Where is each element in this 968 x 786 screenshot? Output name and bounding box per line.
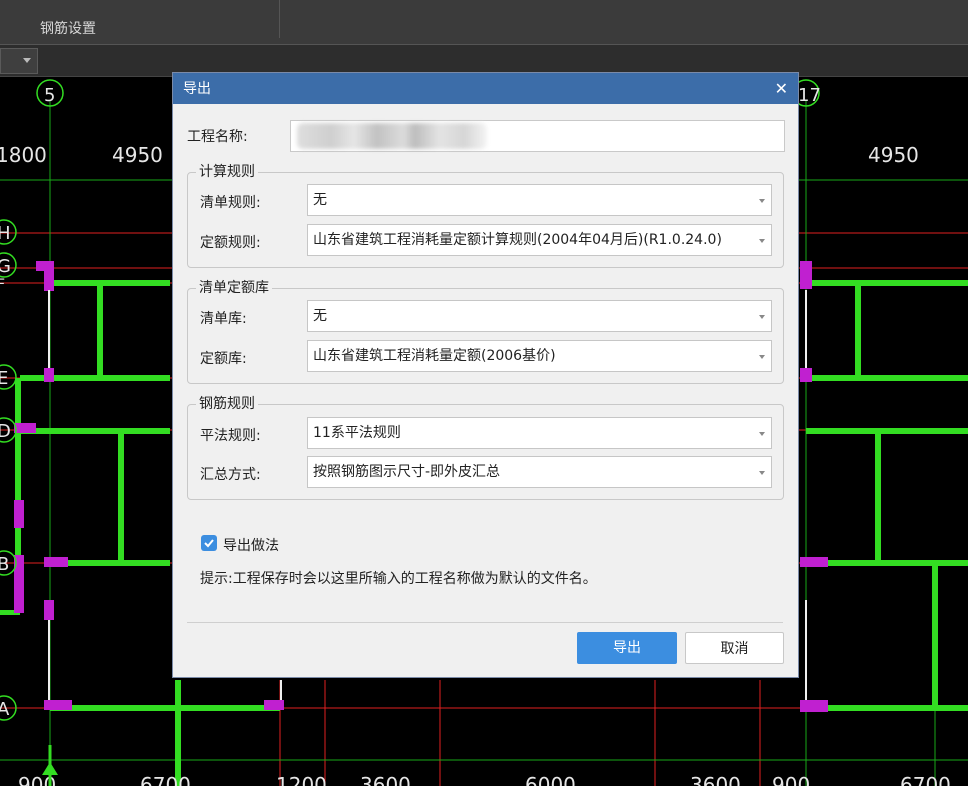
dialog-title: 导出	[183, 81, 211, 97]
chevron-down-icon	[759, 355, 765, 359]
project-name-input[interactable]	[290, 120, 785, 152]
chevron-down-icon	[759, 239, 765, 243]
flat-rule-label: 平法规则:	[200, 428, 261, 444]
axis-label-g: G	[0, 256, 11, 277]
chevron-down-icon	[759, 315, 765, 319]
redacted-project-name	[297, 123, 487, 149]
quota-rule-label: 定额规则:	[200, 235, 261, 251]
axis-label-f: F	[0, 277, 5, 293]
chevron-down-icon	[23, 58, 31, 63]
flat-rule-select[interactable]: 11系平法规则	[307, 417, 772, 449]
floor-select[interactable]	[0, 48, 38, 74]
export-method-checkbox[interactable]	[201, 535, 217, 551]
calc-rules-title: 计算规则	[196, 162, 258, 182]
menu-divider	[279, 0, 280, 38]
bill-lib-select[interactable]: 无	[307, 300, 772, 332]
dimension-bottom-3: 1200	[276, 773, 327, 786]
chevron-down-icon	[759, 432, 765, 436]
project-name-label: 工程名称:	[187, 129, 248, 145]
summary-method-value: 按照钢筋图示尺寸-即外皮汇总	[313, 464, 501, 480]
axis-label-5: 5	[44, 85, 55, 106]
bill-rule-select[interactable]: 无	[307, 184, 772, 216]
close-icon[interactable]: ✕	[775, 73, 788, 104]
dimension-bottom-8: 6700	[900, 773, 951, 786]
dimension-top-3: 4950	[868, 143, 919, 167]
hint-text: 提示:工程保存时会以这里所输入的工程名称做为默认的文件名。	[200, 571, 597, 587]
dimension-bottom-6: 3600	[690, 773, 741, 786]
quota-rule-select[interactable]: 山东省建筑工程消耗量定额计算规则(2004年04月后)(R1.0.24.0)	[307, 224, 772, 256]
axis-label-h: H	[0, 223, 11, 244]
bill-rule-label: 清单规则:	[200, 195, 261, 211]
bill-rule-value: 无	[313, 192, 327, 208]
axis-label-b: B	[0, 554, 9, 575]
axis-label-a: A	[0, 699, 10, 720]
quota-rule-value: 山东省建筑工程消耗量定额计算规则(2004年04月后)(R1.0.24.0)	[313, 232, 722, 248]
dimension-bottom-4: 3600	[360, 773, 411, 786]
dimension-bottom-2: 6700	[140, 773, 191, 786]
dimension-top-1: 1800	[0, 143, 47, 167]
quota-lib-label: 定额库:	[200, 351, 247, 367]
summary-method-select[interactable]: 按照钢筋图示尺寸-即外皮汇总	[307, 456, 772, 488]
axis-label-e: E	[0, 368, 8, 389]
export-method-label[interactable]: 导出做法	[223, 535, 279, 555]
bill-lib-label: 清单库:	[200, 311, 247, 327]
quota-lib-select[interactable]: 山东省建筑工程消耗量定额(2006基价)	[307, 340, 772, 372]
axis-label-17: 17	[798, 85, 821, 106]
checkmark-icon	[204, 539, 214, 548]
dialog-title-bar: 导出 ✕	[173, 73, 798, 104]
flat-rule-value: 11系平法规则	[313, 425, 401, 441]
dialog-divider	[187, 622, 783, 623]
libraries-title: 清单定额库	[196, 278, 272, 298]
export-button[interactable]: 导出	[577, 632, 677, 664]
quota-lib-value: 山东省建筑工程消耗量定额(2006基价)	[313, 348, 556, 364]
axis-label-d: D	[0, 421, 11, 442]
dimension-bottom-7: 900	[772, 773, 810, 786]
summary-method-label: 汇总方式:	[200, 467, 261, 483]
bill-lib-value: 无	[313, 308, 327, 324]
cancel-button[interactable]: 取消	[685, 632, 784, 664]
rebar-rules-title: 钢筋规则	[196, 394, 258, 414]
dimension-bottom-5: 6000	[525, 773, 576, 786]
top-menu-bar: 钢筋设置	[0, 0, 968, 45]
dimension-top-2: 4950	[112, 143, 163, 167]
tab-rebar-settings[interactable]: 钢筋设置	[30, 0, 106, 44]
chevron-down-icon	[759, 471, 765, 475]
export-dialog: 导出 ✕ 工程名称: 计算规则 清单规则: 无 定额规则: 山东省建筑工程消耗量…	[172, 72, 799, 678]
chevron-down-icon	[759, 199, 765, 203]
